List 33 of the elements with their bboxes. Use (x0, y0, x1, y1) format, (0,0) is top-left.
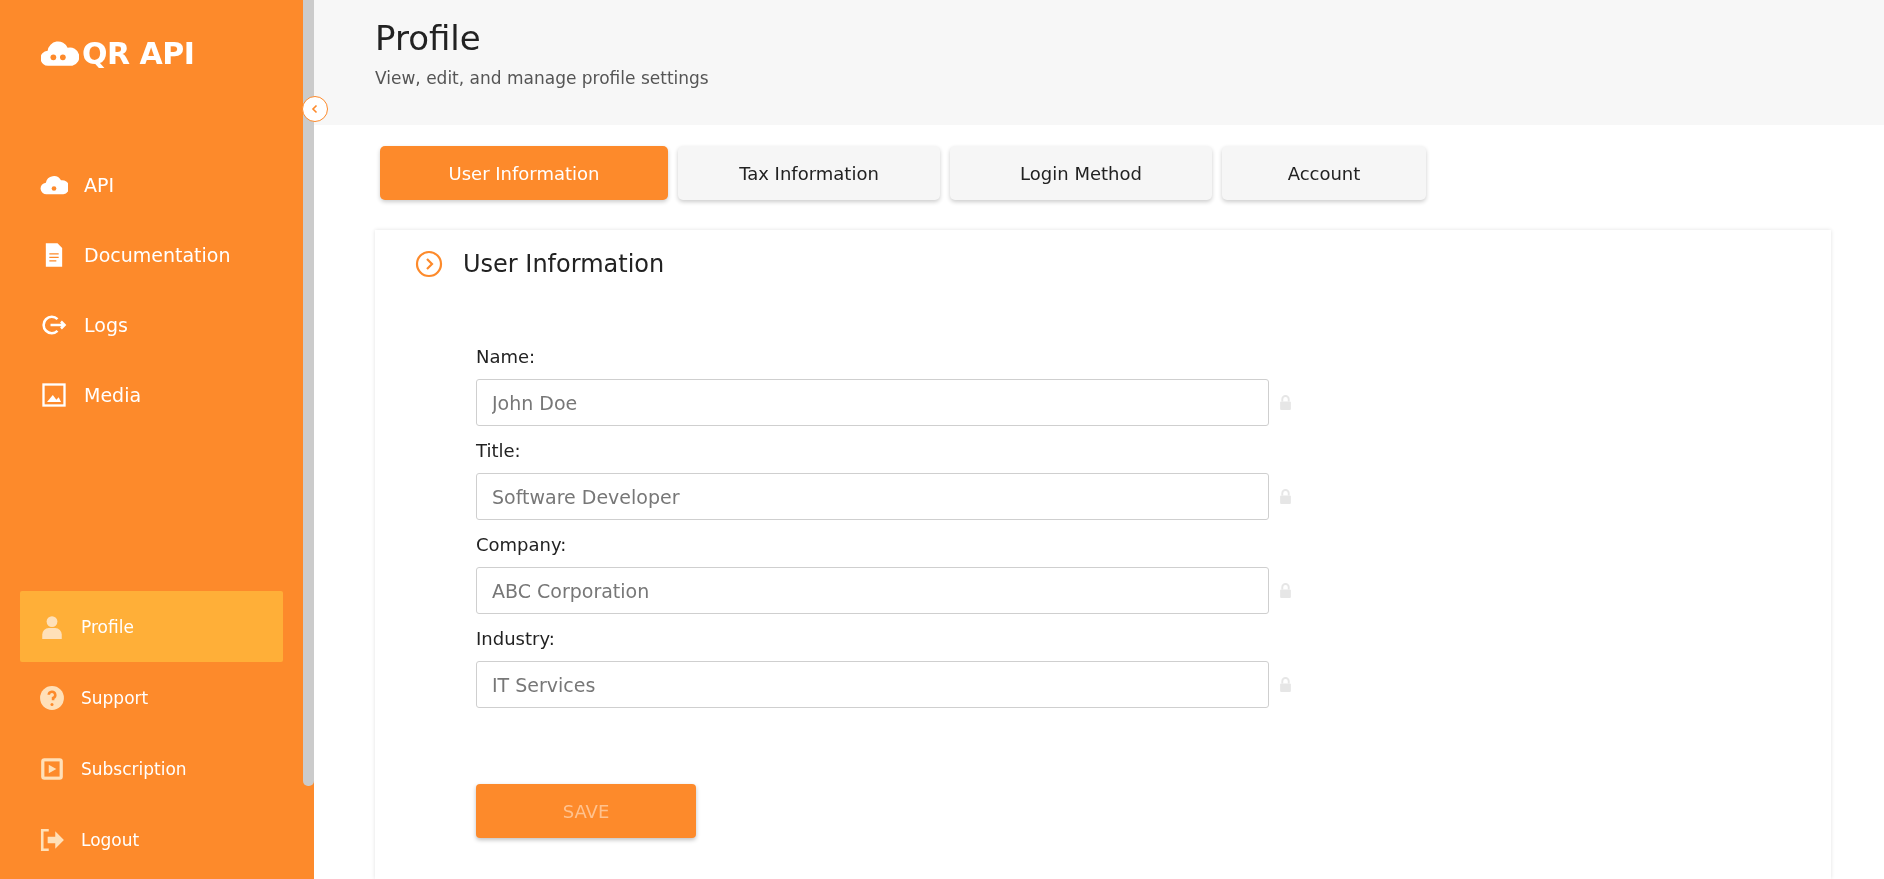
scrollbar-thumb[interactable] (303, 0, 314, 786)
lock-icon (1279, 489, 1292, 504)
sidebar-item[interactable]: Media (0, 360, 303, 430)
tab[interactable]: Account (1222, 146, 1426, 200)
tab[interactable]: Tax Information (678, 146, 940, 200)
logout-icon (39, 826, 65, 853)
chevron-circle-icon (415, 250, 443, 278)
sidebar-item[interactable]: Documentation (0, 220, 303, 290)
tab[interactable]: User Information (380, 146, 668, 200)
field-label: Company: (476, 534, 568, 555)
image-icon (40, 381, 68, 409)
page-subtitle: View, edit, and manage profile settings (375, 68, 710, 88)
logo-text: QR API (82, 35, 195, 71)
sidebar-item[interactable]: Support (20, 662, 283, 733)
user-icon (39, 613, 65, 640)
sidebar-item[interactable]: Profile (20, 591, 283, 662)
field-label: Name: (476, 346, 537, 367)
sidebar-item[interactable]: Subscription (20, 733, 283, 804)
sidebar-item[interactable]: API (0, 150, 303, 220)
tab[interactable]: Login Method (950, 146, 1212, 200)
lock-icon (1279, 677, 1292, 692)
play-icon (39, 755, 65, 782)
section-title: User Information (463, 250, 665, 278)
lock-icon (1279, 583, 1292, 598)
lock-icon (1279, 395, 1292, 410)
question-icon (39, 684, 65, 711)
chevron-left-icon (310, 104, 320, 114)
sidebar-item[interactable]: Logout (20, 804, 283, 875)
cloud-logo-icon (41, 39, 79, 67)
sidebar-item[interactable]: Logs (0, 290, 303, 360)
page-title: Profile (375, 18, 482, 58)
field-label: Industry: (476, 628, 556, 649)
field-label: Title: (476, 440, 522, 461)
